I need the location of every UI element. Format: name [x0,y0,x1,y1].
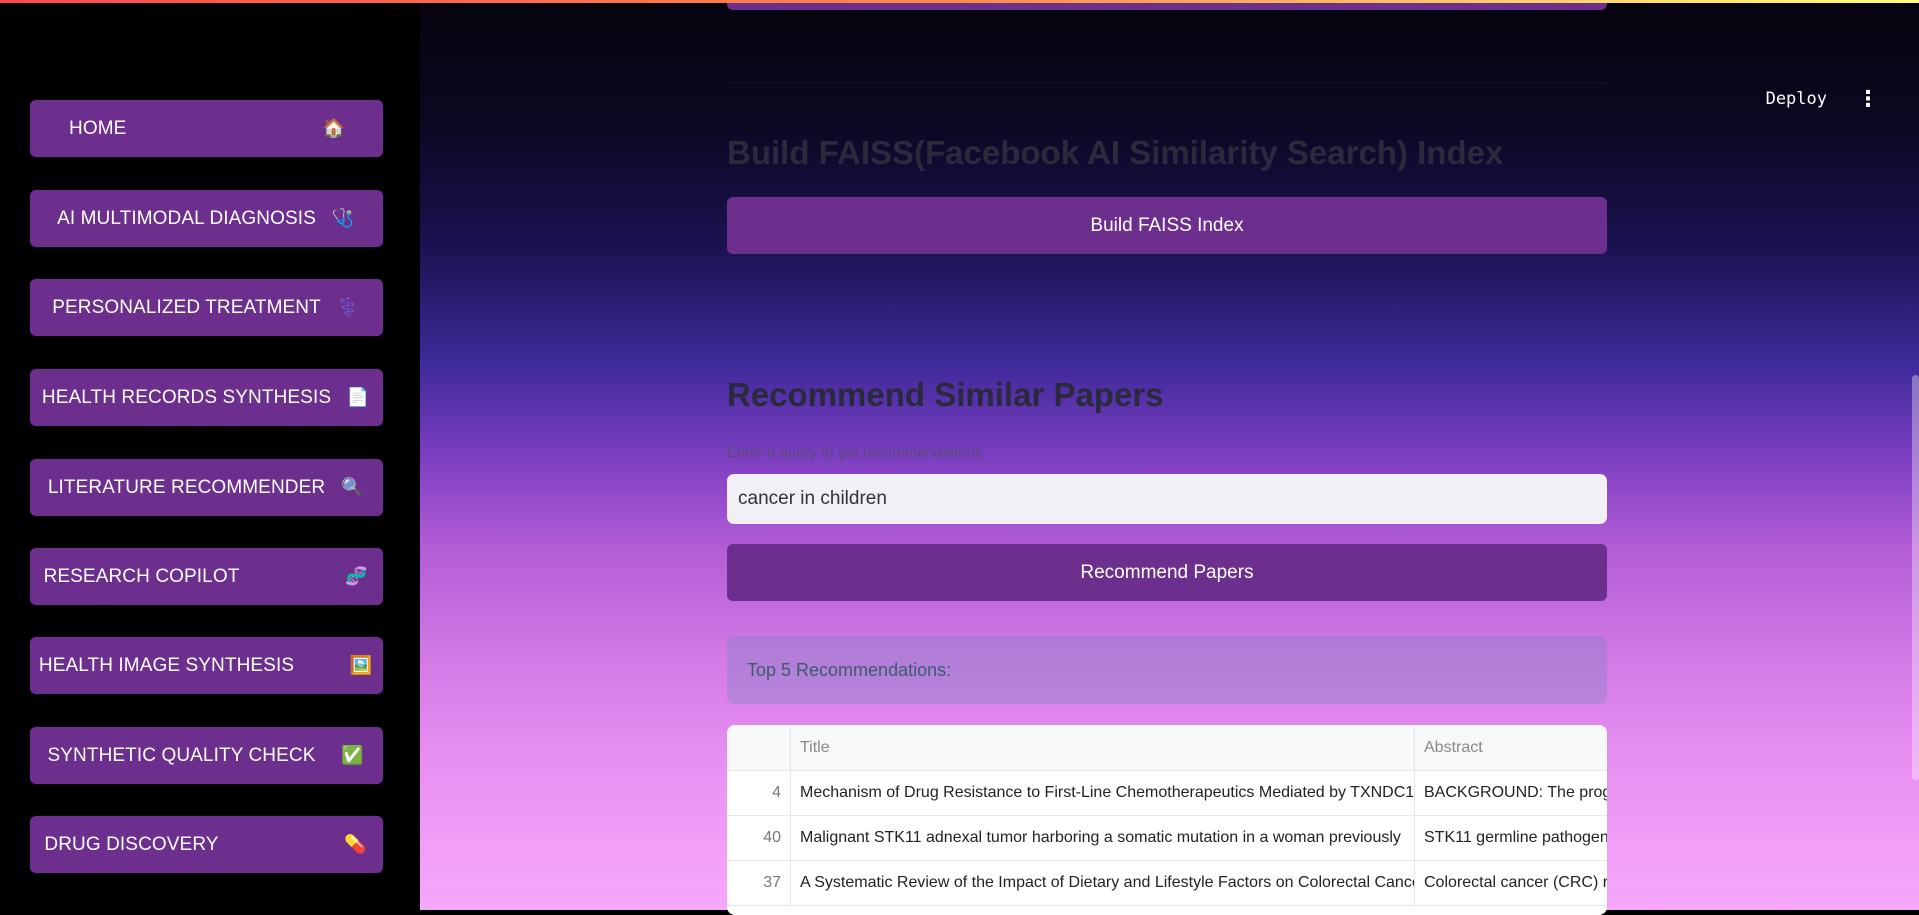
pill-icon: 💊 [344,834,367,854]
check-mark-icon: ✅ [341,745,364,765]
row-index: 40 [727,816,791,860]
more-menu-icon[interactable]: ⋮ [1857,88,1879,110]
sidebar-item-label: RESEARCH COPILOT [43,565,240,587]
row-abstract[interactable]: BACKGROUND: The prognosis [1415,771,1607,815]
sidebar-item-label: LITERATURE RECOMMENDER [47,476,326,498]
row-index: 37 [727,861,791,905]
row-title[interactable]: Mechanism of Drug Resistance to First-Li… [791,771,1415,815]
column-header-abstract[interactable]: Abstract [1415,725,1607,770]
sidebar-item-health-image-synthesis[interactable]: HEALTH IMAGE SYNTHESIS 🖼️ [30,637,383,694]
query-label: Enter a query to get recommendations [727,444,983,461]
sidebar-item-synthetic-quality-check[interactable]: SYNTHETIC QUALITY CHECK ✅ [30,727,383,784]
sidebar-item-label: HEALTH RECORDS SYNTHESIS [41,386,332,408]
row-title[interactable]: A Systematic Review of the Impact of Die… [791,861,1415,905]
sidebar: HOME 🏠 AI MULTIMODAL DIAGNOSIS 🩺 PERSONA… [0,0,420,910]
table-row[interactable]: 37 A Systematic Review of the Impact of … [727,861,1607,906]
sidebar-item-home[interactable]: HOME 🏠 [30,100,383,157]
table-row[interactable]: 40 Malignant STK11 adnexal tumor harbori… [727,816,1607,861]
recommendations-table[interactable]: Title Abstract 4 Mechanism of Drug Resis… [727,725,1607,915]
document-icon: 📄 [346,387,370,407]
sidebar-item-health-records-synthesis[interactable]: HEALTH RECORDS SYNTHESIS 📄 [30,369,383,426]
sidebar-item-research-copilot[interactable]: RESEARCH COPILOT 🧬 [30,548,383,605]
medical-symbol-icon: ⚕️ [336,297,359,317]
row-abstract[interactable]: Colorectal cancer (CRC) re [1415,861,1607,905]
build-faiss-index-button[interactable]: Build FAISS Index [727,197,1607,254]
dna-icon: 🧬 [345,566,368,586]
row-abstract[interactable]: STK11 germline pathogenic [1415,816,1607,860]
sidebar-item-label: DRUG DISCOVERY [44,833,219,855]
sidebar-item-drug-discovery[interactable]: DRUG DISCOVERY 💊 [30,816,383,873]
table-header-row: Title Abstract [727,725,1607,771]
results-info-text: Top 5 Recommendations: [747,659,952,680]
faiss-heading: Build FAISS(Facebook AI Similarity Searc… [727,134,1504,171]
column-header-index[interactable] [727,725,791,770]
results-info-box: Top 5 Recommendations: [727,636,1607,704]
magnifier-icon: 🔍 [340,477,364,497]
vertical-scrollbar[interactable] [1912,375,1919,780]
sidebar-item-label: HEALTH IMAGE SYNTHESIS [38,654,295,676]
picture-icon: 🖼️ [349,655,373,675]
deploy-button[interactable]: Deploy [1766,89,1827,109]
row-index: 4 [727,771,791,815]
sidebar-item-label: SYNTHETIC QUALITY CHECK [47,744,316,766]
recommend-section: Recommend Similar Papers [727,376,1607,414]
section-divider [727,82,1607,83]
sidebar-item-label: PERSONALIZED TREATMENT [52,296,321,318]
sidebar-item-literature-recommender[interactable]: LITERATURE RECOMMENDER 🔍 [30,459,383,516]
top-accent-bar [0,0,1919,3]
row-title[interactable]: Malignant STK11 adnexal tumor harboring … [791,816,1415,860]
sidebar-item-label: AI MULTIMODAL DIAGNOSIS [57,207,316,229]
column-header-title[interactable]: Title [791,725,1415,770]
main-content: Deploy ⋮ Build FAISS(Facebook AI Similar… [420,0,1919,915]
recommend-heading: Recommend Similar Papers [727,376,1164,413]
stethoscope-icon: 🩺 [331,208,355,228]
sidebar-item-personalized-treatment[interactable]: PERSONALIZED TREATMENT ⚕️ [30,279,383,336]
header-toolbar: Deploy ⋮ [1766,88,1879,110]
recommend-papers-button[interactable]: Recommend Papers [727,544,1607,601]
sidebar-item-ai-multimodal-diagnosis[interactable]: AI MULTIMODAL DIAGNOSIS 🩺 [30,190,383,247]
query-input[interactable] [727,474,1607,524]
table-row[interactable]: 4 Mechanism of Drug Resistance to First-… [727,771,1607,816]
house-icon: 🏠 [322,118,346,138]
sidebar-item-label: HOME [69,117,127,139]
faiss-section: Build FAISS(Facebook AI Similarity Searc… [727,134,1607,172]
